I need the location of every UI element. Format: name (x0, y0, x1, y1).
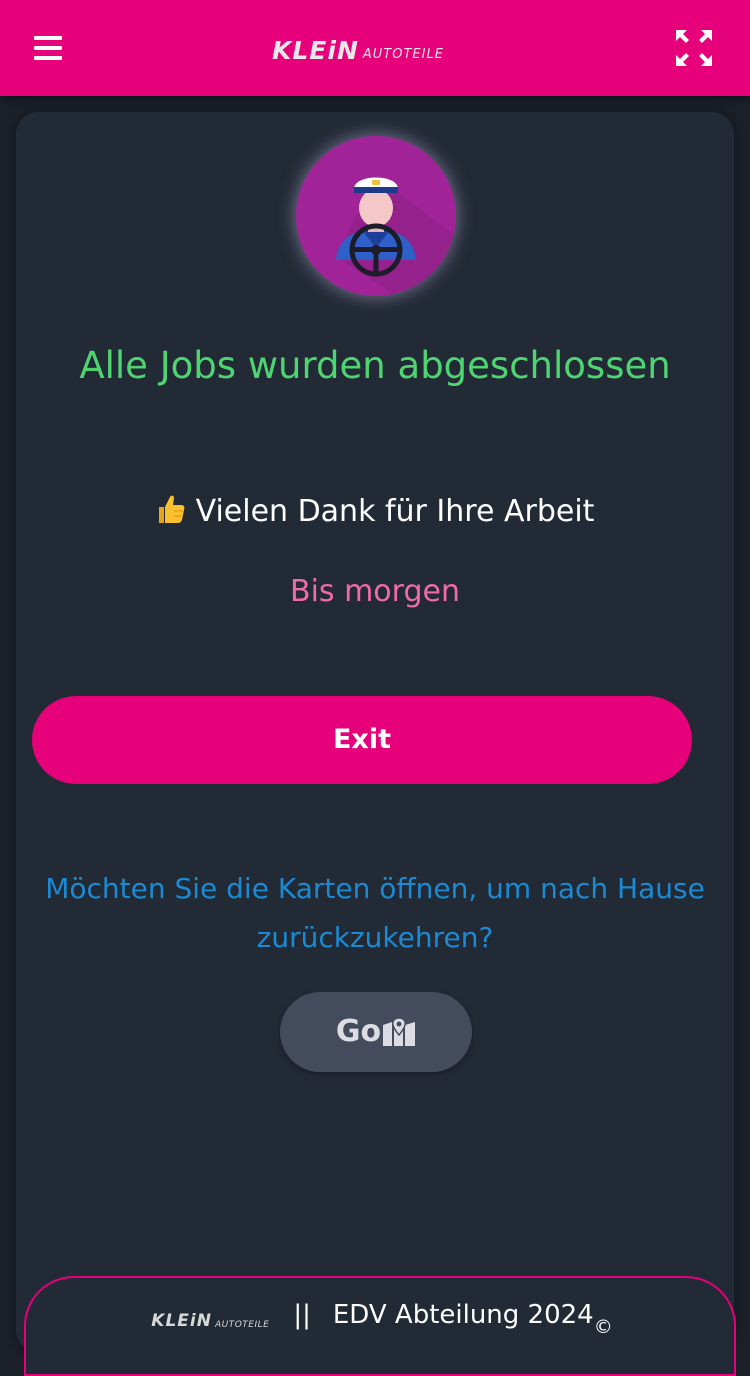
fullscreen-expand-icon[interactable] (672, 26, 716, 70)
map-icon (383, 1017, 416, 1046)
exit-button[interactable]: Exit (32, 696, 692, 784)
thanks-text: Vielen Dank für Ihre Arbeit (195, 494, 595, 529)
footer-department: EDV Abteilung 2024 (332, 1300, 594, 1330)
footer-separator: || (293, 1300, 311, 1330)
farewell-text: Bis morgen (290, 574, 460, 609)
logo-sub-text: AUTOTEILE (362, 47, 444, 62)
driver-avatar (296, 136, 456, 296)
go-button-label: Go (335, 1014, 382, 1049)
footer-logo-sub: AUTOTEILE (214, 1320, 270, 1330)
thanks-message: Vielen Dank für Ihre Arbeit (0, 490, 750, 538)
footer-bar: KLEiN AUTOTEILE || EDV Abteilung 2024 © (24, 1276, 736, 1376)
driver-with-steering-wheel-icon (336, 176, 456, 296)
go-maps-button[interactable]: Go (280, 992, 472, 1072)
footer-logo-brand: KLEiN (151, 1311, 212, 1331)
header-logo: KLEiN AUTOTEILE (272, 32, 444, 64)
top-app-bar: KLEiN AUTOTEILE (0, 0, 750, 96)
copyright-symbol: © (593, 1316, 613, 1338)
footer-content: KLEiN AUTOTEILE || EDV Abteilung 2024 © (26, 1292, 738, 1338)
page-title: Alle Jobs wurden abgeschlossen (79, 344, 671, 387)
open-maps-question: Möchten Sie die Karten öffnen, um nach H… (45, 872, 705, 954)
thumbs-up-icon (156, 493, 186, 538)
logo-brand-text: KLEiN (272, 36, 359, 65)
hamburger-menu-icon[interactable] (28, 30, 68, 66)
